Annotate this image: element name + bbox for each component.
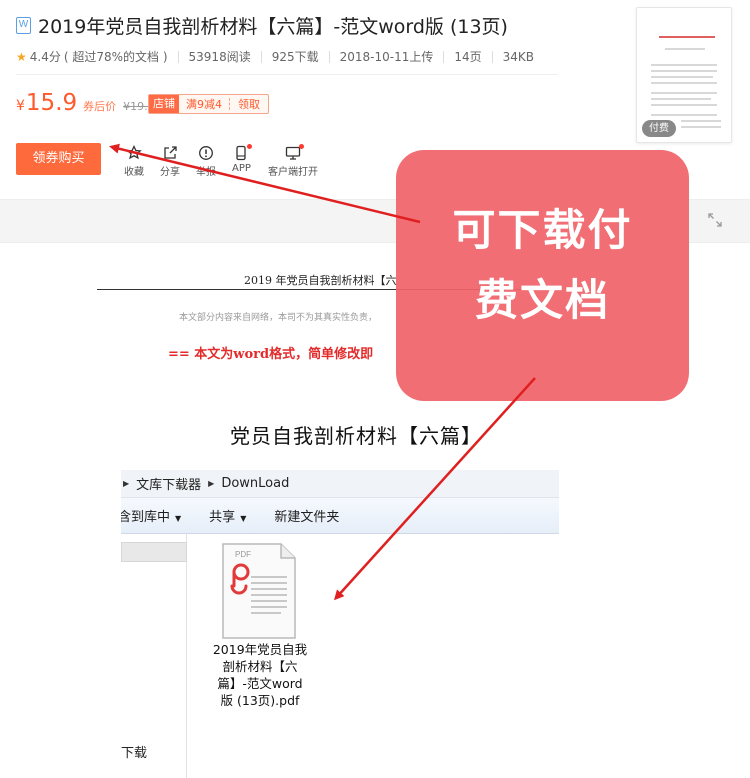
buy-with-coupon-button[interactable]: 领券购买 (16, 143, 101, 175)
nav-item-downloads[interactable]: 下载 (121, 742, 147, 761)
dropdown-icon: ▼ (175, 514, 182, 523)
fullscreen-icon[interactable] (707, 212, 723, 228)
star-icon: ★ (16, 49, 27, 64)
paid-badge: 付费 (642, 120, 676, 137)
pdf-file-name[interactable]: 2019年党员自我剖析材料【六篇】-范文word版 (13页).pdf (212, 641, 308, 709)
pdf-file-icon[interactable]: PDF (221, 542, 297, 640)
notification-dot (299, 144, 304, 149)
rating-score: 4.4分 (29, 50, 61, 64)
app-button[interactable]: APP (232, 144, 253, 174)
thumbnail-heading-line (659, 36, 715, 38)
star-outline-icon (126, 144, 142, 161)
include-in-library-button[interactable]: 包含到库中 ▼ (121, 506, 181, 525)
breadcrumb-item[interactable]: 文库下载器 (136, 474, 201, 493)
open-in-client-label: 客户端打开 (268, 167, 318, 178)
upload-date: 2018-10-11上传 (339, 50, 434, 64)
download-count: 925下载 (271, 50, 319, 64)
price-row: ¥ 15.9 券后价 ¥19.9 (16, 90, 155, 116)
notification-dot (247, 144, 253, 149)
doc-notice: == 本文为word格式，简单修改即 (168, 347, 374, 362)
header-divider (16, 74, 558, 75)
thumbnail-line (681, 120, 721, 122)
share-button[interactable]: 分享 (160, 145, 180, 178)
price-note: 券后价 (83, 100, 117, 113)
share-menu-label: 共享 (209, 510, 236, 525)
thumbnail-line (651, 114, 717, 116)
divider (443, 50, 445, 63)
callout-text: 可下载付 费文档 (396, 196, 689, 336)
thumbnail-line (665, 48, 705, 50)
navigation-pane: 下载 (121, 534, 187, 778)
include-in-library-label: 包含到库中 (121, 510, 171, 525)
new-folder-button[interactable]: 新建文件夹 (274, 506, 339, 525)
pdf-badge: PDF (235, 550, 251, 559)
thumbnail-line (651, 76, 713, 78)
address-bar[interactable]: ▶ 文库下载器 ▶ DownLoad (121, 470, 559, 498)
document-title: 2019年党员自我剖析材料【六篇】-范文word版 (13页) (38, 16, 508, 38)
explorer-toolbar: 包含到库中 ▼ 共享 ▼ 新建文件夹 (121, 498, 559, 534)
coupon-tag: 店铺 (149, 95, 179, 113)
divider (260, 50, 262, 63)
thumbnail-line (651, 98, 711, 100)
price-currency: ¥ (16, 98, 25, 114)
chevron-right-icon: ▶ (208, 479, 215, 488)
report-button[interactable]: 举报 (196, 145, 216, 178)
thumbnail-line (651, 82, 717, 84)
chevron-right-icon: ▶ (123, 479, 130, 488)
nav-selected-item[interactable] (121, 542, 187, 562)
favorite-button[interactable]: 收藏 (124, 144, 144, 178)
coupon-claim-link[interactable]: 领取 (230, 96, 268, 112)
thumbnail-line (651, 70, 717, 72)
document-meta: ★ 4.4分 ( 超过78%的文档 ) 53918阅读 925下载 2018-1… (16, 48, 534, 65)
rating-note: ( 超过78%的文档 ) (63, 50, 168, 64)
thumbnail-line (651, 92, 717, 94)
alert-icon (198, 145, 214, 161)
explorer-screenshot: ▶ 文库下载器 ▶ DownLoad 包含到库中 ▼ 共享 ▼ 新建文件夹 下载 P… (121, 470, 559, 778)
share-icon (162, 145, 178, 161)
doc-disclaimer: 本文部分内容来自网络，本司不为其真实性负责， (179, 313, 378, 323)
breadcrumb-item[interactable]: DownLoad (221, 476, 289, 491)
word-doc-icon: W (16, 17, 31, 34)
divider (328, 50, 330, 63)
divider (491, 50, 493, 63)
share-label: 分享 (160, 167, 180, 178)
file-size: 34KB (502, 49, 535, 64)
thumbnail-line (681, 126, 721, 128)
open-in-client-button[interactable]: 客户端打开 (268, 144, 318, 178)
callout-line-2: 费文档 (475, 276, 610, 326)
divider (177, 50, 179, 63)
read-count: 53918阅读 (188, 50, 251, 64)
price-value: 15.9 (25, 90, 78, 116)
coupon-badge[interactable]: 店铺 满9减4 领取 (148, 94, 269, 114)
doc-main-title: 党员自我剖析材料【六篇】 (230, 424, 482, 448)
document-thumbnail[interactable]: 付费 (636, 7, 732, 143)
doc-heading: 2019 年党员自我剖析材料【六 (244, 274, 397, 287)
app-label: APP (232, 163, 251, 174)
coupon-text: 满9减4 (186, 98, 222, 111)
monitor-icon (285, 144, 304, 161)
callout-line-1: 可下载付 (452, 206, 633, 256)
report-label: 举报 (196, 167, 216, 178)
favorite-label: 收藏 (124, 167, 144, 178)
page-count: 14页 (454, 50, 482, 64)
thumbnail-line (651, 104, 717, 106)
dropdown-icon: ▼ (240, 514, 247, 523)
share-menu-button[interactable]: 共享 ▼ (209, 506, 246, 525)
thumbnail-line (651, 64, 717, 66)
phone-icon (233, 144, 253, 161)
